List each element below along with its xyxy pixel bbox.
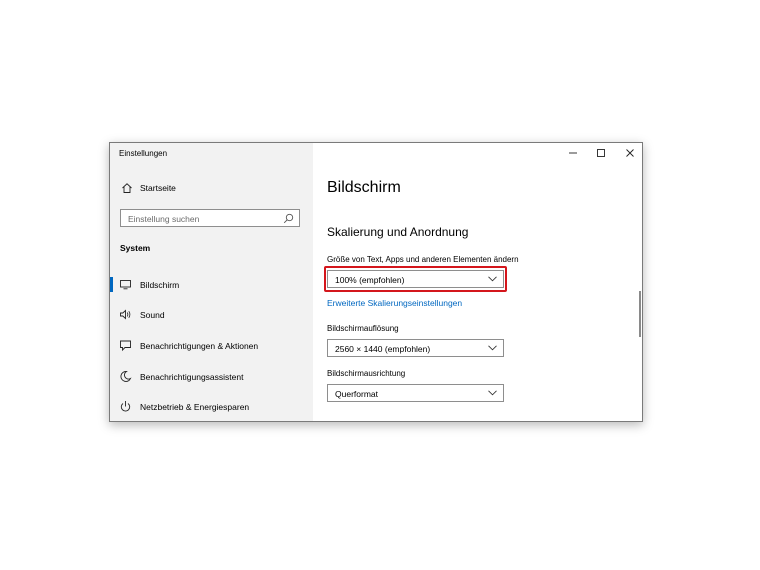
sidebar-item-sound[interactable]: Sound — [110, 306, 313, 324]
search-placeholder: Einstellung suchen — [128, 214, 200, 224]
scale-label: Größe von Text, Apps und anderen Element… — [327, 255, 519, 264]
sidebar-item-benachrichtigungen[interactable]: Benachrichtigungen & Aktionen — [110, 337, 313, 355]
sidebar: Einstellungen Startseite Einstellung suc… — [110, 143, 313, 421]
moon-icon — [120, 371, 132, 382]
search-icon — [283, 213, 294, 224]
sidebar-item-label: Benachrichtigungsassistent — [140, 372, 244, 382]
minimize-button[interactable] — [563, 145, 583, 161]
power-icon — [120, 401, 131, 412]
orientation-label: Bildschirmausrichtung — [327, 369, 406, 378]
sidebar-item-netzbetrieb[interactable]: Netzbetrieb & Energiesparen — [110, 398, 313, 416]
home-nav-item[interactable]: Startseite — [110, 181, 313, 197]
content-pane: Bildschirm Skalierung und Anordnung Größ… — [313, 143, 642, 421]
chevron-down-icon — [488, 390, 497, 396]
sidebar-item-label: Sound — [140, 310, 165, 320]
message-icon — [120, 340, 131, 352]
vertical-scrollbar[interactable] — [639, 291, 641, 337]
settings-search-input[interactable]: Einstellung suchen — [120, 209, 300, 227]
home-label: Startseite — [140, 183, 176, 193]
orientation-dropdown-value: Querformat — [335, 389, 378, 399]
selection-indicator — [110, 277, 113, 292]
advanced-scaling-link[interactable]: Erweiterte Skalierungseinstellungen — [327, 298, 462, 308]
sidebar-section-title: System — [120, 243, 151, 253]
scale-dropdown-value: 100% (empfohlen) — [335, 275, 405, 285]
window-title: Einstellungen — [119, 149, 168, 158]
monitor-icon — [120, 280, 131, 290]
page-title: Bildschirm — [327, 179, 401, 196]
section-title: Skalierung und Anordnung — [327, 225, 469, 239]
close-button[interactable] — [620, 145, 640, 161]
sidebar-item-label: Netzbetrieb & Energiesparen — [140, 402, 250, 412]
settings-window: Einstellungen Startseite Einstellung suc… — [109, 142, 643, 422]
resolution-dropdown-value: 2560 × 1440 (empfohlen) — [335, 344, 431, 354]
orientation-dropdown[interactable]: Querformat — [327, 384, 504, 402]
home-icon — [122, 183, 132, 193]
sidebar-item-label: Benachrichtigungen & Aktionen — [140, 341, 259, 351]
resolution-label: Bildschirmauflösung — [327, 324, 399, 333]
resolution-dropdown[interactable]: 2560 × 1440 (empfohlen) — [327, 339, 504, 357]
scale-dropdown[interactable]: 100% (empfohlen) — [327, 270, 504, 288]
speaker-icon — [120, 309, 131, 320]
sidebar-item-benachrichtigungsassistent[interactable]: Benachrichtigungsassistent — [110, 368, 313, 386]
sidebar-item-bildschirm[interactable]: Bildschirm — [110, 276, 313, 294]
maximize-button[interactable] — [591, 145, 611, 161]
chevron-down-icon — [488, 276, 497, 282]
chevron-down-icon — [488, 345, 497, 351]
sidebar-item-label: Bildschirm — [140, 280, 180, 290]
